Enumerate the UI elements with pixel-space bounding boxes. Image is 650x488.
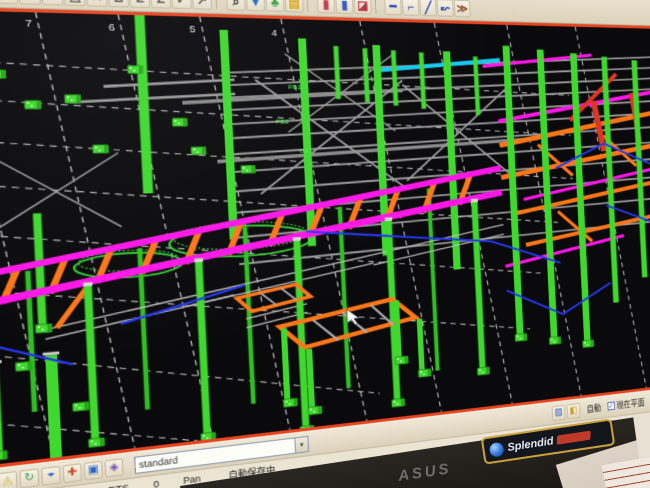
toolbar-separator [215, 0, 222, 9]
numbering-icon[interactable]: ≫ [454, 0, 471, 17]
filter-dropdown-button[interactable]: ▾ [294, 435, 309, 453]
notes-icon[interactable]: ▤ [285, 0, 304, 13]
snap-center-icon[interactable]: ⌖ [41, 465, 61, 485]
sticker-red-text [557, 430, 591, 444]
grid-label: 5 [189, 25, 196, 35]
select-plate-icon[interactable]: ▣ [84, 460, 103, 480]
cross-tool-icon[interactable]: ✕ [86, 0, 108, 7]
triangle-tool-icon[interactable]: △ [64, 0, 86, 6]
check-icon[interactable]: ✓ [171, 0, 191, 9]
toolbar-separator [307, 0, 314, 12]
polyline-icon[interactable]: ⌐ [402, 0, 419, 16]
plane-shift-icon[interactable]: ◧ [567, 403, 581, 419]
sticker-text: Splendid [507, 435, 555, 454]
sticker-orb-icon [489, 441, 505, 457]
checkbox-check-icon: ✓ [607, 401, 615, 410]
status-dts: DTS [108, 482, 129, 488]
member-label: FB1 [288, 84, 301, 90]
photo-of-monitor: ▱ ◎ ∿ ⊠ ▭ ○ △ ✕ ⊿ Σ Z ✓ ↗ ⌕ ▼ ♣ ▤ ▮ ▮ ◪ … [0, 0, 650, 488]
select-part-icon[interactable]: ◬ [0, 470, 18, 488]
corner-tool-icon[interactable]: ⊿ [108, 0, 129, 7]
circle-tool-icon[interactable]: ○ [41, 0, 63, 6]
flip-arrow-icon[interactable]: ↜ [437, 0, 454, 17]
member-label: G1 [299, 148, 309, 154]
member-label: FB2 [276, 119, 289, 125]
refresh-icon[interactable]: ↻ [19, 468, 39, 488]
select-bolt-icon[interactable]: ◈ [104, 458, 123, 478]
sigma-icon[interactable]: Σ [129, 0, 150, 8]
binoculars-icon[interactable]: ⌕ [226, 0, 246, 11]
zee-icon[interactable]: Z [150, 0, 171, 9]
auto-label: 自動 [586, 401, 601, 415]
snap-plus-icon[interactable]: ✚ [62, 463, 82, 483]
line-icon[interactable]: ━ [384, 0, 402, 15]
rect-tool-icon[interactable]: ▭ [19, 0, 42, 5]
mouse-cursor [347, 308, 360, 325]
filter-funnel-icon[interactable]: ▼ [246, 0, 265, 11]
cut-polygon-icon[interactable]: ⊠ [0, 0, 18, 4]
point-red-icon[interactable]: ▮ [317, 0, 336, 13]
clash-check-icon[interactable]: ◪ [354, 0, 372, 14]
cad-application-window: ▱ ◎ ∿ ⊠ ▭ ○ △ ✕ ⊿ Σ Z ✓ ↗ ⌕ ▼ ♣ ▤ ▮ ▮ ◪ … [0, 0, 650, 488]
arrow-tool-icon[interactable]: ↗ [192, 0, 212, 10]
point-blue-icon[interactable]: ▮ [335, 0, 353, 14]
grid-label: 7 [25, 19, 33, 30]
grid-label: 4 [271, 29, 278, 39]
status-count: 0 [153, 479, 159, 488]
plane-view-icon[interactable]: ▨ [552, 404, 566, 420]
tree-icon[interactable]: ♣ [265, 0, 284, 12]
arc-icon[interactable]: ╱ [419, 0, 436, 16]
checkbox-label: 現在平面 [616, 396, 645, 411]
current-plane-checkbox[interactable]: ✓ 現在平面 [607, 396, 645, 412]
toolbar-separator [375, 0, 381, 14]
grid-label: 6 [108, 23, 115, 33]
